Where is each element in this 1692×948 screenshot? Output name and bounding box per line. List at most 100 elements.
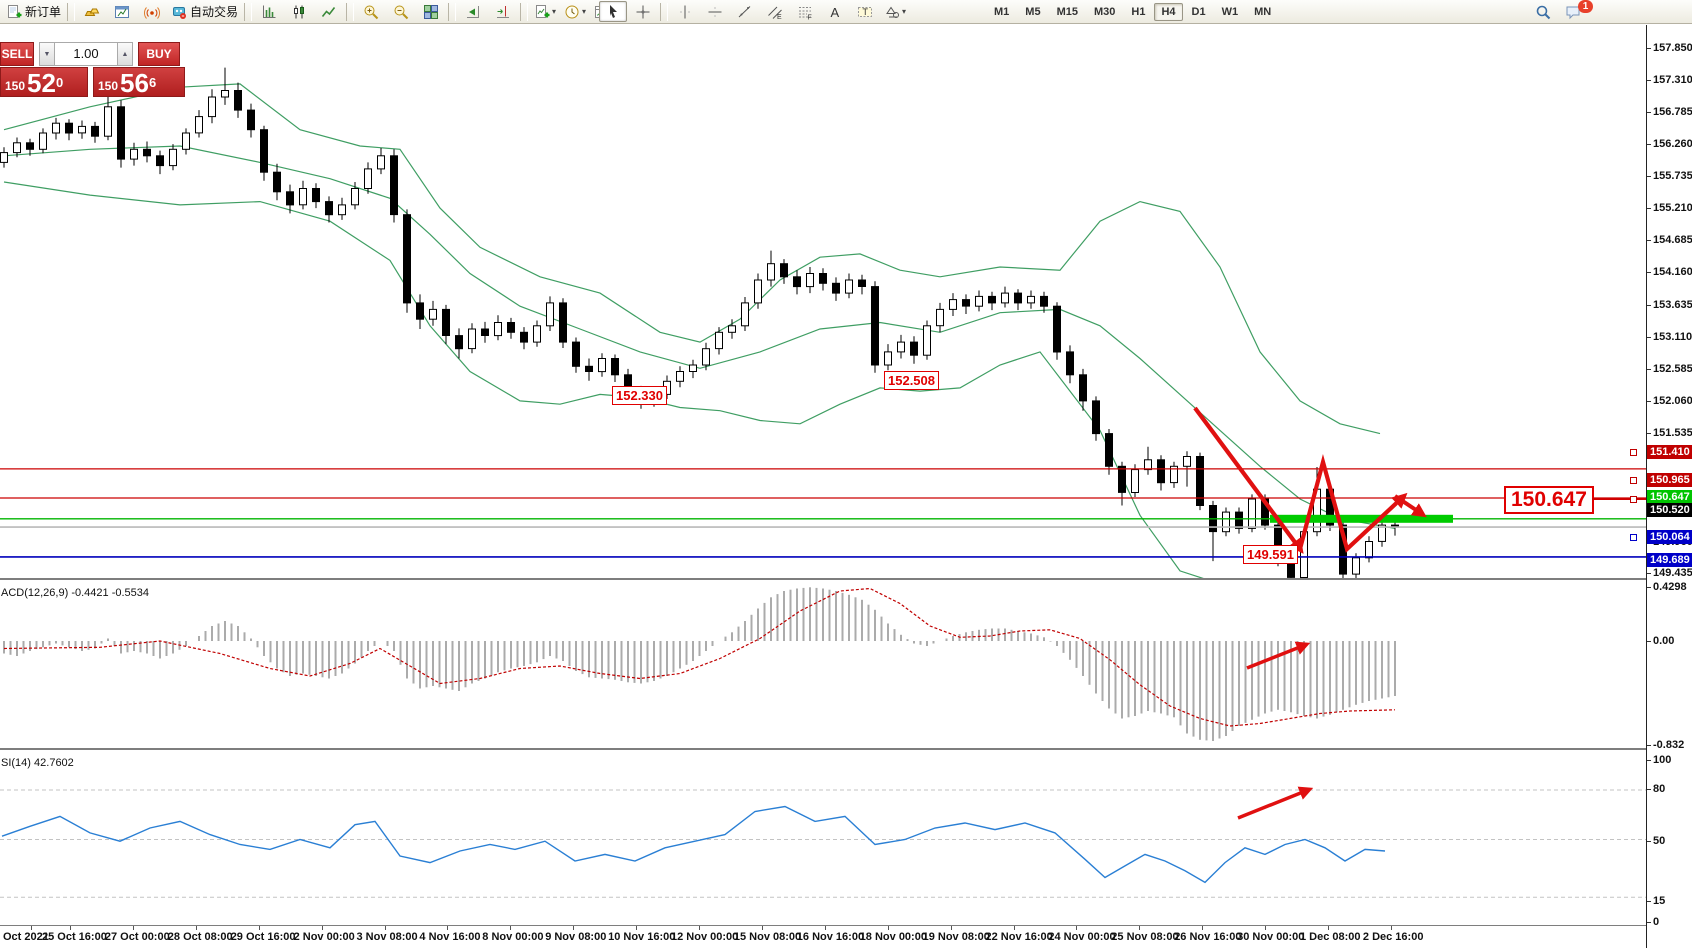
candle-body xyxy=(586,366,593,371)
rsi-red-arrow[interactable] xyxy=(1238,790,1308,818)
candle-body xyxy=(222,91,229,98)
volume-input[interactable]: 1.00 xyxy=(55,42,117,66)
fibonacci-button[interactable]: F xyxy=(791,1,819,22)
sell-button[interactable]: SELL xyxy=(0,42,34,66)
axis-tick: 149.435 xyxy=(1647,566,1692,580)
candle-body xyxy=(66,123,73,133)
candle-body xyxy=(170,149,177,165)
zoom-out-button[interactable] xyxy=(387,1,415,22)
zoom-out-icon xyxy=(393,4,409,20)
timeframe-m30-button[interactable]: M30 xyxy=(1087,3,1122,21)
timeframe-d1-button[interactable]: D1 xyxy=(1185,3,1213,21)
shapes-button[interactable]: ▾ xyxy=(881,1,909,22)
axis-tick: 156.260 xyxy=(1647,137,1692,151)
candle-body xyxy=(79,126,86,132)
trendline-button[interactable] xyxy=(731,1,759,22)
axis-tick: 153.635 xyxy=(1647,298,1692,312)
timeframe-m5-button[interactable]: M5 xyxy=(1018,3,1047,21)
auto-scroll-button[interactable] xyxy=(459,1,487,22)
text-icon: A xyxy=(827,4,843,20)
timeframe-m15-button[interactable]: M15 xyxy=(1050,3,1085,21)
candle-body xyxy=(1184,457,1191,467)
candle-body xyxy=(1054,306,1061,352)
macd-indicator-label: ACD(12,26,9) -0.4421 -0.5534 xyxy=(1,587,149,599)
volume-up-button[interactable]: ▲ xyxy=(117,42,133,66)
candle-body xyxy=(1028,296,1035,303)
candle-body xyxy=(924,326,931,355)
timeframe-h1-button[interactable]: H1 xyxy=(1124,3,1152,21)
main-chart[interactable] xyxy=(0,25,1646,578)
time-axis-tick xyxy=(762,926,763,930)
search-icon xyxy=(1535,4,1551,20)
candle-body xyxy=(261,130,268,173)
sell-price-display[interactable]: 150 52 0 xyxy=(0,67,88,97)
candle-body xyxy=(820,274,827,284)
candle-body xyxy=(144,149,151,156)
green-resistance-zone[interactable] xyxy=(1270,515,1453,523)
time-axis-label: 1 Dec 08:00 xyxy=(1300,931,1361,943)
candle-body xyxy=(521,332,528,342)
rsi-pane[interactable] xyxy=(0,752,1646,925)
new-order-icon xyxy=(6,4,22,20)
axis-tick: 80 xyxy=(1647,782,1665,796)
line-handle-marker[interactable] xyxy=(1630,496,1637,503)
crosshair-button[interactable] xyxy=(629,1,657,22)
time-axis-tick xyxy=(31,926,32,930)
line-handle-marker[interactable] xyxy=(1630,477,1637,484)
time-axis-label: 2 Dec 16:00 xyxy=(1363,931,1424,943)
red-arrow[interactable] xyxy=(1395,496,1422,514)
rsi-indicator-label: SI(14) 42.7602 xyxy=(1,757,74,769)
gold-icon xyxy=(84,4,100,20)
axis-tick: 157.310 xyxy=(1647,73,1692,87)
candlestick-chart-button[interactable] xyxy=(285,1,313,22)
autotrading-button[interactable]: 自动交易 xyxy=(168,1,241,22)
candle-body xyxy=(92,126,99,136)
candle-body xyxy=(40,133,47,149)
buy-button[interactable]: BUY xyxy=(138,42,180,66)
svg-text:E: E xyxy=(777,14,782,20)
candle-body xyxy=(859,280,866,287)
line-handle-marker[interactable] xyxy=(1630,449,1637,456)
macd-pane[interactable] xyxy=(0,582,1646,748)
line-chart-button[interactable] xyxy=(315,1,343,22)
auto-scroll-icon xyxy=(465,4,481,20)
macd-red-arrow[interactable] xyxy=(1247,645,1305,668)
time-axis[interactable]: Oct 202125 Oct 16:0027 Oct 00:0028 Oct 0… xyxy=(0,925,1646,948)
timeframe-m1-button[interactable]: M1 xyxy=(987,3,1016,21)
candle-body xyxy=(1223,512,1230,532)
gold-button[interactable] xyxy=(78,1,106,22)
bar-chart-button[interactable] xyxy=(255,1,283,22)
zoom-in-button[interactable] xyxy=(357,1,385,22)
tile-windows-button[interactable] xyxy=(417,1,445,22)
buy-price-big: 56 xyxy=(120,71,149,95)
chart-shift-button[interactable] xyxy=(489,1,517,22)
vertical-line-button[interactable] xyxy=(671,1,699,22)
time-axis-tick xyxy=(510,926,511,930)
price-axis[interactable]: 157.850157.310156.785156.260155.735155.2… xyxy=(1646,25,1692,948)
timeframe-w1-button[interactable]: W1 xyxy=(1215,3,1246,21)
notifications-button[interactable]: 1 xyxy=(1559,1,1587,22)
svg-text:F: F xyxy=(808,14,812,20)
charts-window-button[interactable] xyxy=(108,1,136,22)
horizontal-line-button[interactable] xyxy=(701,1,729,22)
time-axis-tick xyxy=(322,926,323,930)
cursor-button[interactable] xyxy=(599,1,627,22)
axis-tick: 0.4298 xyxy=(1647,580,1687,594)
timeframe-mn-button[interactable]: MN xyxy=(1247,3,1278,21)
new-chart-button[interactable]: ▾ xyxy=(531,1,559,22)
equidistant-channel-button[interactable]: E xyxy=(761,1,789,22)
text-button[interactable]: A xyxy=(821,1,849,22)
new-order-button[interactable]: 新订单 xyxy=(3,1,64,22)
trendline-icon xyxy=(737,4,753,20)
buy-price-display[interactable]: 150 56 6 xyxy=(93,67,185,97)
search-button[interactable] xyxy=(1529,1,1557,22)
profiles-button[interactable]: ▾ xyxy=(561,1,589,22)
time-axis-tick xyxy=(196,926,197,930)
line-handle-marker[interactable] xyxy=(1630,534,1637,541)
volume-down-button[interactable]: ▼ xyxy=(39,42,55,66)
price-badge: 150.064 xyxy=(1647,530,1692,544)
timeframe-h4-button[interactable]: H4 xyxy=(1154,3,1182,21)
text-label-button[interactable]: T xyxy=(851,1,879,22)
line-chart-icon xyxy=(321,4,337,20)
signals-button[interactable] xyxy=(138,1,166,22)
